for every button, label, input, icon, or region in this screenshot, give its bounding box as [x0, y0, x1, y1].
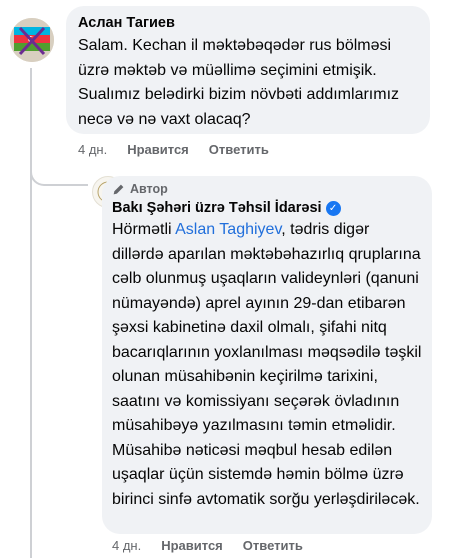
reply-like-button[interactable]: Нравится [161, 538, 223, 553]
like-button[interactable]: Нравится [127, 142, 189, 157]
reply-actions: 4 дн. Нравится Ответить [112, 538, 303, 553]
thread-line [30, 68, 32, 558]
reply-text-body: , tədris digər dillərdə aparılan məktəbə… [112, 221, 422, 508]
comment-timestamp[interactable]: 4 дн. [78, 142, 107, 157]
commenter-avatar[interactable] [10, 18, 54, 62]
flag-avatar-icon [10, 18, 54, 62]
comment-text: Salam. Kechan il məktəbəqədər rus bölməs… [78, 37, 400, 128]
reply-reply-button[interactable]: Ответить [243, 538, 303, 553]
reply-text: Hörmətli Aslan Taghiyev, tədris digər di… [112, 218, 424, 512]
mention-link[interactable]: Aslan Taghiyev [175, 221, 281, 238]
thread-connector [30, 162, 88, 186]
author-badge-label: Автор [130, 182, 168, 196]
comment-author[interactable]: Аслан Тагиев [78, 15, 418, 31]
reply-timestamp[interactable]: 4 дн. [112, 538, 141, 553]
verified-check-icon: ✓ [325, 200, 341, 216]
pencil-icon [113, 184, 124, 194]
comment-bubble: Аслан Тагиев Salam. Kechan il məktəbəqəd… [66, 6, 430, 134]
author-badge: Автор [112, 182, 424, 196]
reply-button[interactable]: Ответить [209, 142, 269, 157]
reply-text-prefix: Hörmətli [112, 221, 176, 238]
reply-author[interactable]: Bakı Şəhəri üzrə Təhsil İdarəsi [112, 200, 322, 216]
comment-actions: 4 дн. Нравится Ответить [78, 142, 269, 157]
reply-content: Автор Bakı Şəhəri üzrə Təhsil İdarəsi ✓ H… [112, 182, 424, 512]
